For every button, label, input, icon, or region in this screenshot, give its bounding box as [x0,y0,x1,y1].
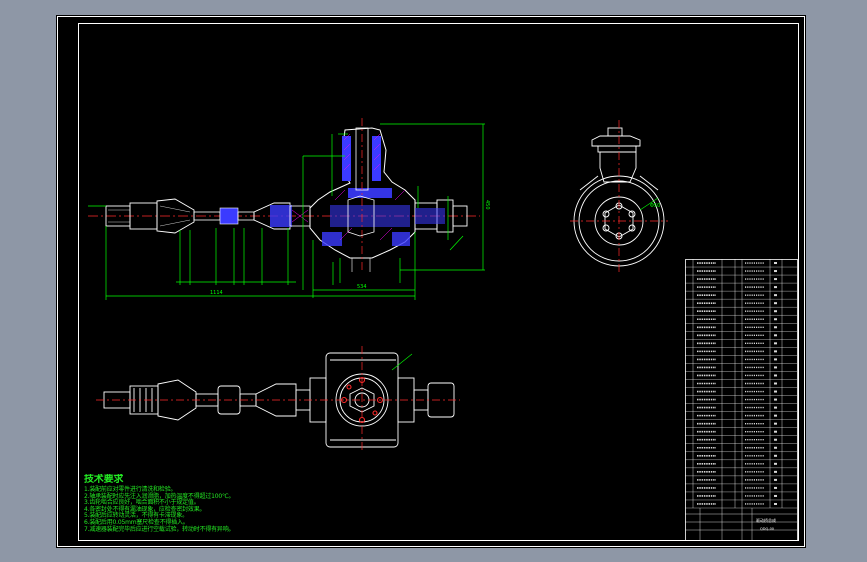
title-block-drawing-name: 驱动桥总成 [756,517,776,523]
technical-requirements-title: 技术要求 [84,474,124,485]
title-block-drawing-code: QDQ-00 [760,527,774,531]
dimension-height: 450 [484,200,490,210]
side-view-dimension-label: Φ50 [650,203,660,209]
drawing-background [56,15,806,548]
dimension-overall-length: 1114 [210,290,223,296]
technical-requirements: 技术要求 1.装配前应对零件进行清洗和检验。 2.轴承装配时应先注入润滑脂，加热… [84,474,404,533]
requirement-item: 7.减速器装配完毕后应进行空载试验，转动时不得有异响。 [84,525,235,533]
dimension-half-length: 534 [357,284,367,290]
